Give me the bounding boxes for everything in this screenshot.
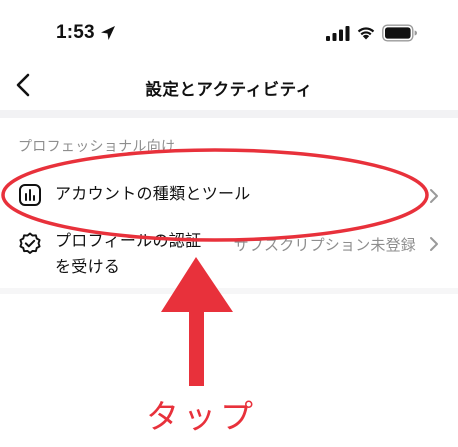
- section-title-professional: プロフェッショナル向け: [18, 139, 176, 155]
- nav-header: 設定とアクティビティ: [0, 62, 458, 110]
- subscription-status-value: サブスクリプション未登録: [233, 236, 416, 254]
- account-type-tools-label: アカウントの種類とツール: [55, 184, 251, 203]
- verified-badge-icon: [19, 232, 41, 254]
- status-bar: 1:53: [0, 0, 458, 62]
- bar-chart-icon: [19, 184, 41, 206]
- profile-verification-label-line2: を受ける: [55, 257, 121, 276]
- tap-annotation-label: タップ: [146, 397, 257, 436]
- location-arrow-icon: [101, 26, 115, 40]
- profile-verification-label-line1: プロフィールの認証: [55, 231, 202, 250]
- wifi-icon: [357, 27, 375, 40]
- page-title: 設定とアクティビティ: [145, 80, 313, 99]
- battery-icon: [382, 24, 417, 42]
- chevron-right-icon: [430, 189, 438, 203]
- profile-verification-label: プロフィールの認証 を受ける: [55, 228, 225, 280]
- cellular-signal-icon: [326, 26, 350, 41]
- profile-verification-row[interactable]: プロフィールの認証 を受ける サブスクリプション未登録: [0, 226, 458, 282]
- status-time: 1:53: [56, 22, 95, 43]
- section-divider: [0, 110, 458, 118]
- arrow-shaft: [189, 300, 204, 386]
- chevron-right-icon: [430, 237, 438, 251]
- section-divider-bottom: [0, 288, 458, 294]
- account-type-tools-row[interactable]: アカウントの種類とツール: [0, 172, 458, 218]
